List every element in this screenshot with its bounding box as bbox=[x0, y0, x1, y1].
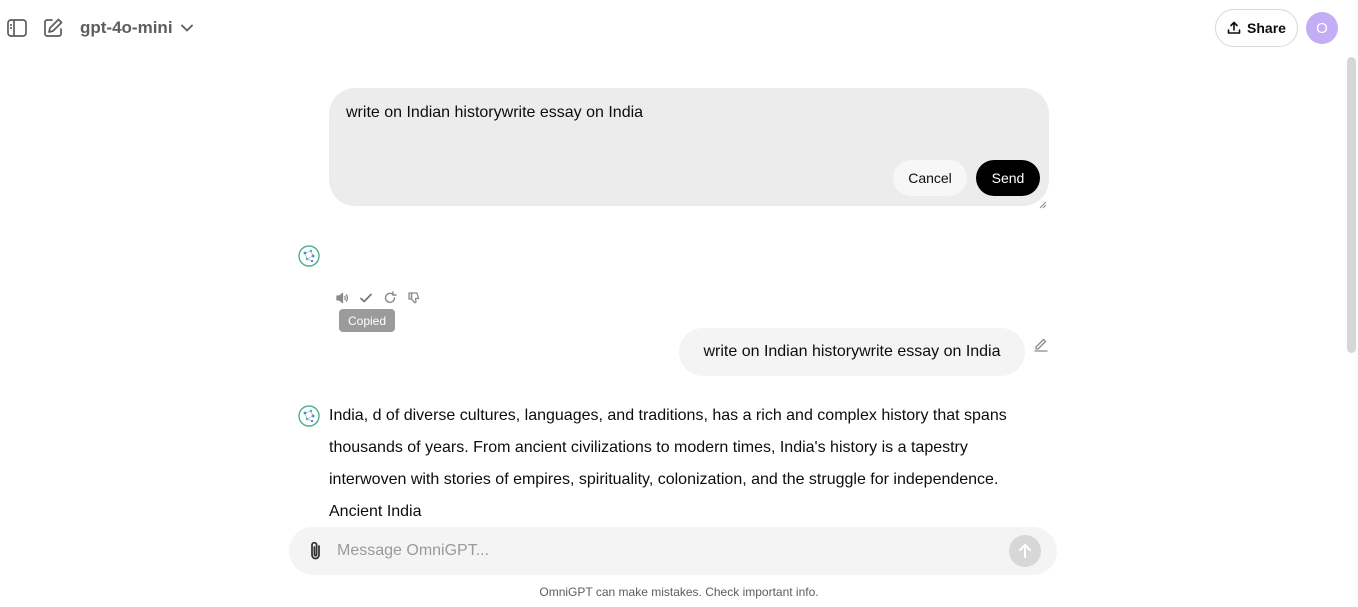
response-line: interwoven with stories of empires, spir… bbox=[329, 471, 999, 488]
check-icon[interactable] bbox=[359, 291, 373, 305]
share-button[interactable]: Share bbox=[1215, 9, 1298, 47]
message-composer bbox=[289, 527, 1057, 575]
chat-page: gpt-4o-mini Share O write on Indian hist… bbox=[0, 0, 1358, 607]
resize-handle-icon[interactable] bbox=[1039, 196, 1047, 209]
sidebar-toggle-icon[interactable] bbox=[4, 15, 30, 41]
send-edit-button[interactable]: Send bbox=[976, 160, 1040, 196]
cancel-button[interactable]: Cancel bbox=[893, 160, 967, 196]
share-label: Share bbox=[1247, 20, 1286, 36]
new-chat-icon[interactable] bbox=[40, 15, 66, 41]
model-name: gpt-4o-mini bbox=[80, 18, 173, 37]
thumbs-down-icon[interactable] bbox=[407, 291, 421, 305]
upload-icon bbox=[1227, 21, 1241, 35]
response-heading: Ancient India bbox=[329, 503, 422, 520]
user-message-bubble: write on Indian historywrite essay on In… bbox=[679, 328, 1025, 376]
paperclip-icon[interactable] bbox=[306, 540, 326, 562]
edit-message-text[interactable]: write on Indian historywrite essay on In… bbox=[346, 104, 643, 122]
speaker-icon[interactable] bbox=[335, 291, 349, 305]
send-message-button[interactable] bbox=[1009, 535, 1041, 567]
response-line: thousands of years. From ancient civiliz… bbox=[329, 439, 968, 456]
assistant-response: India, d of diverse cultures, languages,… bbox=[329, 400, 1049, 528]
arrow-up-icon bbox=[1018, 543, 1032, 559]
message-actions bbox=[335, 289, 421, 307]
response-line: India, d of diverse cultures, languages,… bbox=[329, 407, 1007, 424]
disclaimer-text: OmniGPT can make mistakes. Check importa… bbox=[539, 585, 819, 599]
regenerate-icon[interactable] bbox=[383, 291, 397, 305]
copied-tooltip: Copied bbox=[339, 309, 395, 332]
scrollbar[interactable] bbox=[1347, 57, 1356, 353]
assistant-logo-icon bbox=[298, 405, 320, 427]
chevron-down-icon bbox=[180, 24, 193, 32]
assistant-logo-icon bbox=[298, 245, 320, 267]
edit-message-box[interactable]: write on Indian historywrite essay on In… bbox=[329, 88, 1049, 209]
message-input[interactable] bbox=[337, 537, 997, 565]
model-selector[interactable]: gpt-4o-mini bbox=[80, 17, 193, 39]
user-avatar[interactable]: O bbox=[1306, 12, 1338, 44]
edit-pencil-icon[interactable] bbox=[1033, 336, 1049, 352]
